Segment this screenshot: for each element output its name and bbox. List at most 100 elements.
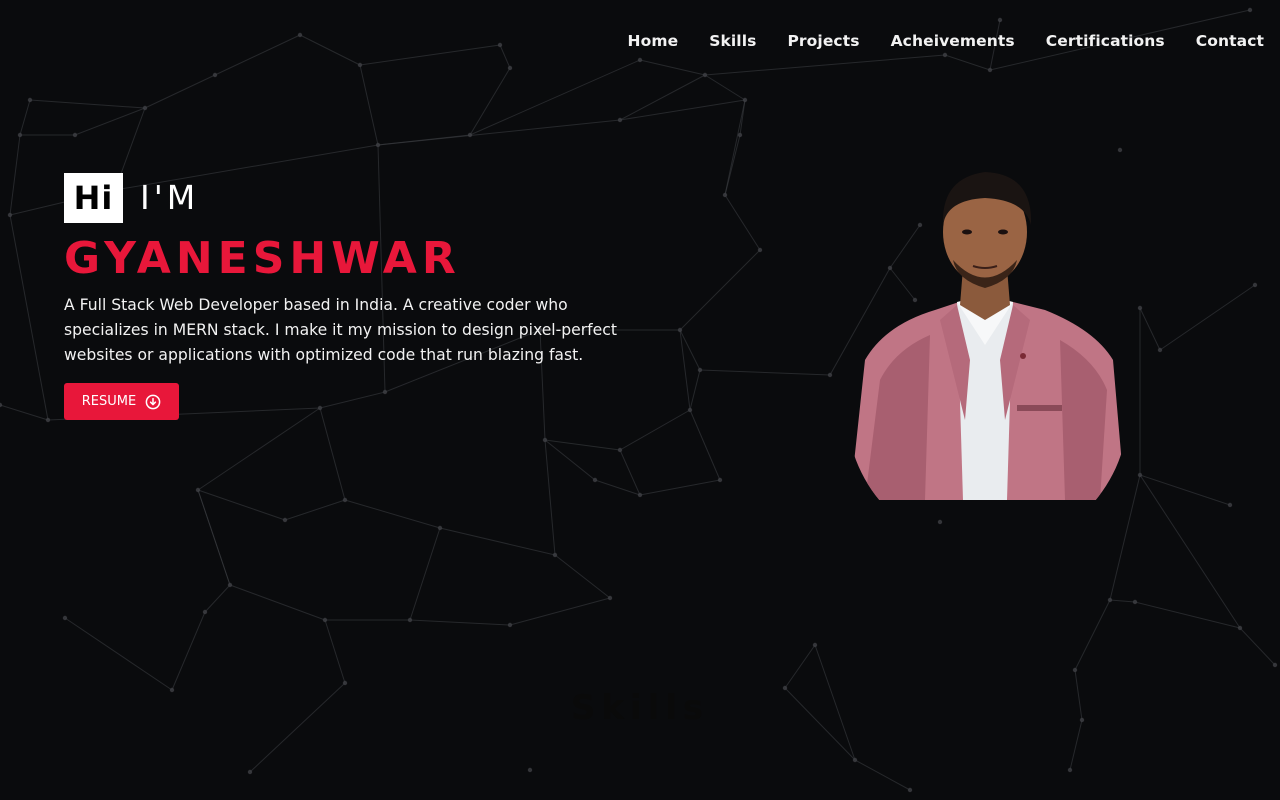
network-dot bbox=[382, 389, 388, 395]
network-line bbox=[324, 619, 346, 684]
network-line bbox=[639, 479, 721, 496]
network-line bbox=[469, 59, 641, 136]
network-dot bbox=[1247, 7, 1253, 13]
network-line bbox=[594, 479, 641, 496]
network-line bbox=[19, 99, 31, 136]
network-dot bbox=[542, 437, 548, 443]
network-dot bbox=[342, 497, 348, 503]
network-dot bbox=[987, 67, 993, 73]
network-dot bbox=[507, 65, 513, 71]
network-dot bbox=[1132, 599, 1138, 605]
network-dot bbox=[1237, 625, 1243, 631]
network-line bbox=[214, 34, 301, 76]
network-line bbox=[74, 107, 146, 136]
network-dot bbox=[375, 142, 381, 148]
network-dot bbox=[1272, 662, 1278, 668]
network-dot bbox=[1252, 282, 1258, 288]
network-line bbox=[204, 584, 231, 613]
nav-skills-link[interactable]: Skills bbox=[709, 30, 756, 52]
skills-heading: Skills bbox=[570, 688, 710, 728]
network-line bbox=[1139, 307, 1161, 351]
network-dot bbox=[247, 769, 253, 775]
network-line bbox=[9, 214, 49, 421]
network-dot bbox=[1137, 305, 1143, 311]
network-dot bbox=[942, 52, 948, 58]
nav-home-link[interactable]: Home bbox=[628, 30, 679, 52]
network-line bbox=[9, 134, 21, 216]
network-line bbox=[704, 74, 746, 101]
network-dot bbox=[1107, 597, 1113, 603]
hero-description: A Full Stack Web Developer based in Indi… bbox=[64, 296, 617, 364]
network-line bbox=[359, 44, 501, 66]
network-line bbox=[689, 409, 721, 481]
network-line bbox=[29, 99, 146, 109]
network-line bbox=[639, 59, 706, 76]
nav-certifications-link[interactable]: Certifications bbox=[1046, 30, 1165, 52]
network-line bbox=[699, 369, 831, 376]
network-line bbox=[619, 449, 641, 496]
network-line bbox=[144, 74, 216, 109]
nav-projects-link[interactable]: Projects bbox=[787, 30, 859, 52]
network-dot bbox=[317, 405, 323, 411]
im-text: I'M bbox=[140, 178, 200, 217]
network-line bbox=[1109, 599, 1136, 603]
hero-name: GYANESHWAR bbox=[64, 233, 461, 284]
network-dot bbox=[437, 525, 443, 531]
network-dot bbox=[717, 477, 723, 483]
profile-portrait bbox=[850, 172, 1125, 500]
network-line bbox=[509, 597, 611, 626]
network-dot bbox=[677, 327, 683, 333]
network-line bbox=[1139, 474, 1231, 506]
network-line bbox=[1074, 599, 1111, 671]
network-line bbox=[619, 409, 691, 451]
network-dot bbox=[322, 617, 328, 623]
portfolio-page: Home Skills Projects Acheivements Certif… bbox=[0, 0, 1280, 800]
hi-badge: Hi bbox=[64, 173, 123, 223]
nav-contact-link[interactable]: Contact bbox=[1196, 30, 1264, 52]
network-dot bbox=[812, 642, 818, 648]
network-dot bbox=[202, 609, 208, 615]
network-line bbox=[724, 99, 746, 196]
network-dot bbox=[617, 117, 623, 123]
network-dot bbox=[607, 595, 613, 601]
network-line bbox=[197, 489, 286, 521]
network-line bbox=[944, 54, 991, 71]
network-dot bbox=[62, 615, 68, 621]
network-line bbox=[739, 99, 746, 136]
network-dot bbox=[637, 57, 643, 63]
network-line bbox=[704, 54, 946, 76]
network-dot bbox=[17, 132, 23, 138]
network-dot bbox=[827, 372, 833, 378]
network-line bbox=[359, 64, 379, 146]
network-dot bbox=[1157, 347, 1163, 353]
network-line bbox=[197, 407, 321, 491]
network-dot bbox=[737, 132, 743, 138]
top-navigation: Home Skills Projects Acheivements Certif… bbox=[628, 30, 1264, 52]
network-dot bbox=[297, 32, 303, 38]
network-line bbox=[64, 617, 173, 691]
network-line bbox=[0, 404, 49, 421]
network-dot bbox=[937, 519, 943, 525]
network-line bbox=[229, 584, 326, 621]
network-line bbox=[344, 499, 441, 529]
network-dot bbox=[72, 132, 78, 138]
resume-button-label: RESUME bbox=[81, 394, 137, 409]
network-dot bbox=[907, 787, 913, 793]
network-line bbox=[197, 489, 231, 586]
network-line bbox=[1159, 284, 1256, 351]
network-line bbox=[319, 391, 386, 409]
network-dot bbox=[757, 247, 763, 253]
network-dot bbox=[212, 72, 218, 78]
download-circle-icon bbox=[145, 394, 161, 409]
nav-achievements-link[interactable]: Acheivements bbox=[891, 30, 1015, 52]
network-dot bbox=[617, 447, 623, 453]
network-dot bbox=[1227, 502, 1233, 508]
network-line bbox=[854, 759, 911, 791]
network-dot bbox=[7, 212, 13, 218]
network-line bbox=[319, 407, 346, 501]
resume-button[interactable]: RESUME bbox=[64, 383, 179, 420]
hero-greeting: Hi I'M bbox=[64, 173, 199, 223]
network-dot bbox=[527, 767, 533, 773]
network-dot bbox=[45, 417, 51, 423]
network-dot bbox=[552, 552, 558, 558]
